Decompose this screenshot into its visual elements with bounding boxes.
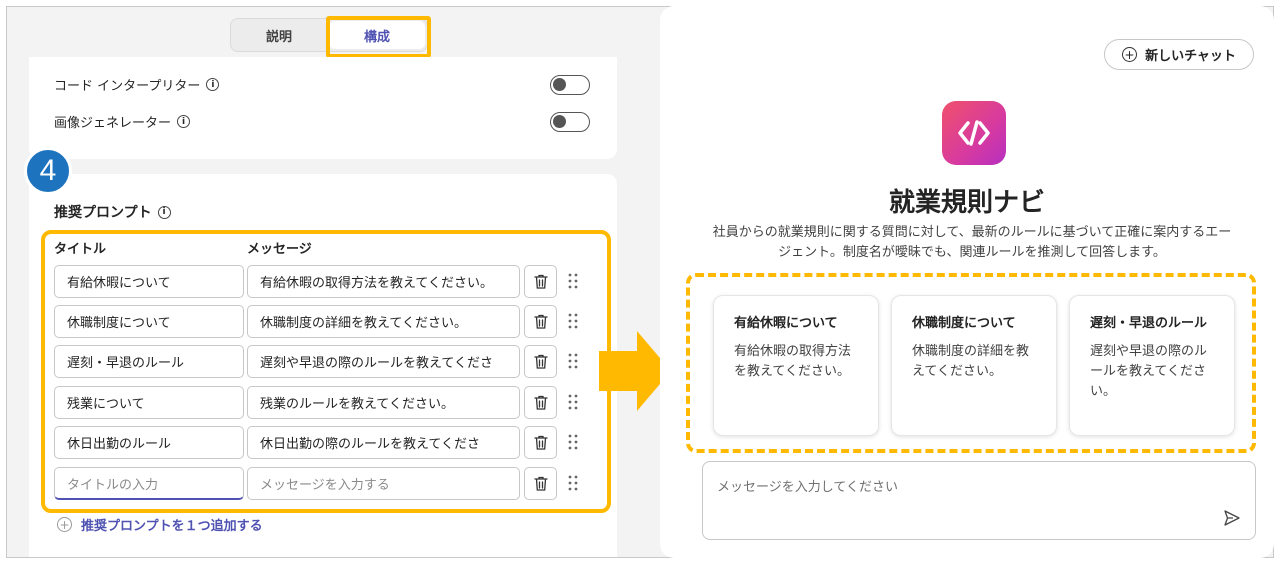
plus-circle-icon: + [57, 517, 72, 532]
step-badge: 4 [24, 147, 72, 195]
info-icon[interactable]: i [177, 115, 191, 128]
add-prompt-label: 推奨プロンプトを１つ追加する [81, 519, 263, 534]
suggested-prompts-title: 推奨プロンプト i [54, 202, 171, 222]
highlight-suggestion-cards [686, 273, 1256, 453]
setting-code-interpreter: コード インタープリター i [54, 75, 220, 94]
setting-image-generator: 画像ジェネレーター i [54, 112, 191, 131]
section-title-text: 推奨プロンプト [54, 205, 152, 221]
tab-description[interactable]: 説明 [231, 19, 327, 51]
code-interpreter-toggle[interactable] [550, 75, 590, 95]
agent-logo [942, 101, 1006, 165]
setting-label: 画像ジェネレーター [54, 116, 172, 131]
code-icon [958, 120, 990, 146]
highlight-configuration-tab [326, 16, 431, 58]
send-icon[interactable] [1223, 509, 1241, 527]
new-chat-button[interactable]: + 新しいチャット [1104, 39, 1254, 70]
chat-input-placeholder: メッセージを入力してください [717, 480, 898, 495]
highlight-prompts-table [41, 230, 611, 513]
image-generator-toggle[interactable] [550, 112, 590, 132]
info-icon[interactable]: i [206, 78, 220, 91]
capabilities-card: コード インタープリター i 画像ジェネレーター i [29, 57, 617, 159]
agent-name: 就業規則ナビ [888, 188, 1045, 218]
agent-description: 社員からの就業規則に関する質問に対して、最新のルールに基づいて正確に案内するエー… [712, 225, 1232, 260]
setting-label: コード インタープリター [54, 79, 201, 94]
info-icon[interactable]: i [157, 205, 171, 219]
chat-input[interactable]: メッセージを入力してください [702, 461, 1256, 540]
new-chat-label: 新しいチャット [1145, 49, 1236, 64]
plus-circle-icon: + [1122, 47, 1138, 62]
add-prompt-button[interactable]: + 推奨プロンプトを１つ追加する [57, 515, 263, 534]
